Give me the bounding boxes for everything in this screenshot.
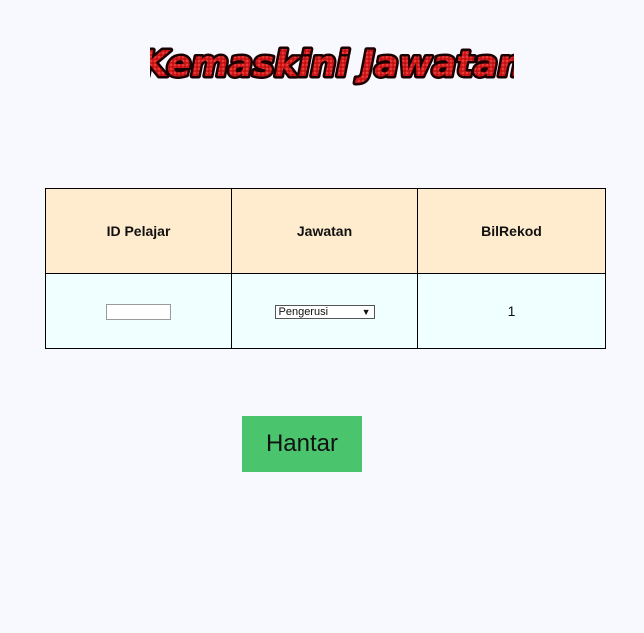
page-title-graphic: Kemaskini Jawatan Kemaskini Jawatan [150, 42, 514, 88]
cell-jawatan: Pengerusi ▼ [231, 273, 418, 349]
submit-button[interactable]: Hantar [242, 416, 362, 472]
table-row: Pengerusi ▼ 1 [45, 273, 606, 349]
cell-bilrekod: 1 [417, 273, 606, 349]
id-pelajar-input[interactable] [106, 303, 171, 320]
cell-id-pelajar [45, 273, 232, 349]
header-jawatan: Jawatan [231, 188, 418, 274]
jawatan-selected-value: Pengerusi [278, 306, 329, 319]
header-id-pelajar: ID Pelajar [45, 188, 232, 274]
table-header-row: ID Pelajar Jawatan BilRekod [45, 188, 606, 274]
update-position-table: ID Pelajar Jawatan BilRekod Pengerusi ▼ … [45, 188, 606, 349]
jawatan-select[interactable]: Pengerusi ▼ [274, 305, 375, 320]
page-title: Kemaskini Jawatan [150, 44, 514, 85]
header-bilrekod: BilRekod [417, 188, 606, 274]
page-title-banner: Kemaskini Jawatan Kemaskini Jawatan [150, 36, 514, 92]
dropdown-arrow-icon: ▼ [361, 307, 371, 318]
